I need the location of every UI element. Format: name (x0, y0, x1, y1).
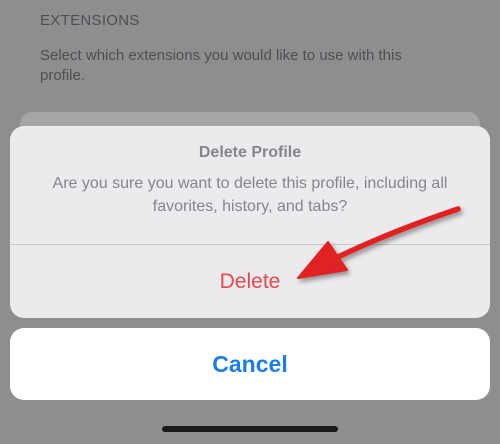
extensions-section-header: EXTENSIONS (40, 12, 140, 29)
delete-profile-alert: Delete Profile Are you sure you want to … (10, 126, 490, 318)
alert-message: Are you sure you want to delete this pro… (52, 175, 448, 215)
home-indicator (162, 426, 338, 432)
extensions-section-description: Select which extensions you would like t… (40, 47, 402, 84)
delete-button[interactable]: Delete (10, 245, 490, 318)
cancel-button[interactable]: Cancel (10, 328, 490, 400)
alert-title: Delete Profile (198, 144, 302, 161)
